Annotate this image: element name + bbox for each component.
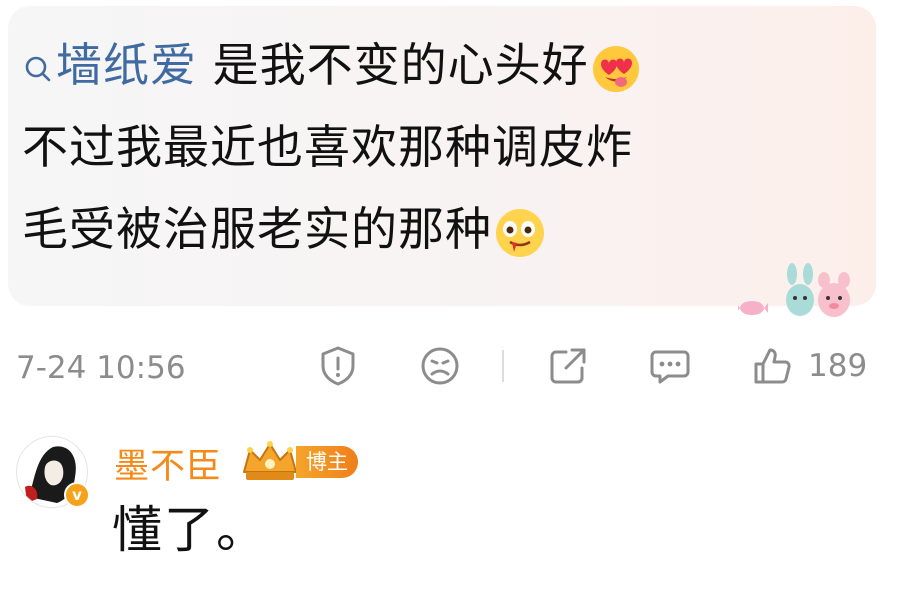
thumbs-up-icon	[754, 348, 791, 384]
drooling-emoji-icon	[496, 208, 544, 257]
share-button[interactable]	[546, 344, 590, 388]
verified-badge: v	[64, 482, 90, 508]
comment-button[interactable]	[648, 344, 692, 388]
action-divider	[502, 350, 504, 382]
crown-icon	[243, 441, 297, 480]
comment-bubble: 墙纸爱 是我不变的心头好 不过我最近也喜欢那种调皮炸 毛受被治服老实的那种	[8, 6, 876, 317]
timestamp: 7-24 10:56	[16, 350, 186, 386]
host-badge: 博主	[296, 446, 358, 478]
search-icon	[25, 56, 51, 81]
report-button[interactable]	[316, 344, 360, 388]
comment-text-line-1: 是我不变的心头好	[212, 38, 589, 92]
reply-text: 懂了。	[112, 501, 268, 559]
dislike-button[interactable]	[418, 344, 462, 388]
like-count: 189	[808, 348, 868, 384]
share-icon	[550, 348, 586, 384]
like-button[interactable]: 189	[750, 344, 867, 388]
comment-line-3: 毛受被治服老实的那种	[22, 188, 864, 270]
shield-alert-icon	[321, 346, 355, 386]
bunny-sticker-decoration	[738, 263, 850, 317]
username-link[interactable]: 墨不臣	[114, 438, 222, 489]
comment-line-1: 墙纸爱 是我不变的心头好	[22, 24, 864, 106]
comment-meta-bar: 7-24 10:56 189	[16, 344, 896, 388]
reply-item: v 墨不臣 博主 懂了。	[16, 432, 896, 582]
comment-line-2: 不过我最近也喜欢那种调皮炸	[22, 120, 633, 174]
topic-text[interactable]: 墙纸爱	[56, 38, 197, 92]
heart-eyes-emoji-icon	[592, 45, 639, 92]
frown-face-icon	[421, 347, 459, 385]
comment-bubble-icon	[650, 350, 690, 384]
topic-link[interactable]: 墙纸爱	[22, 38, 213, 92]
comment-text-line-3: 毛受被治服老实的那种	[22, 202, 492, 256]
